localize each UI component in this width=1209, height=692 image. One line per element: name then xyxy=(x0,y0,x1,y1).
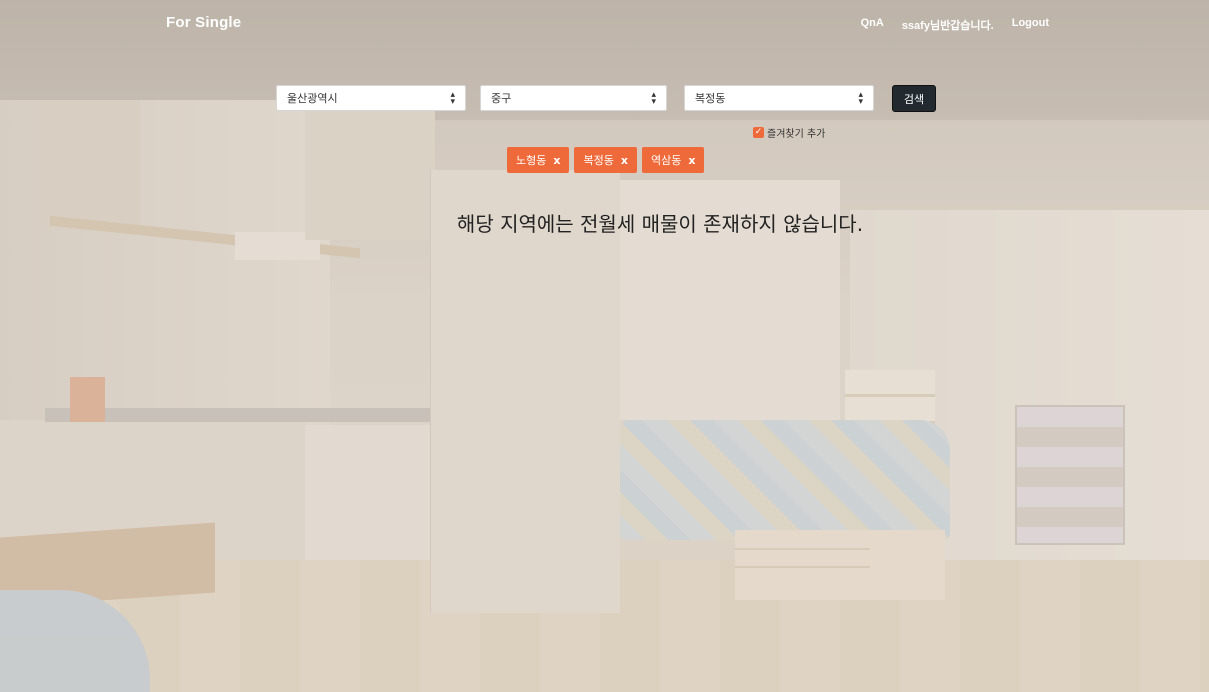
district-select[interactable]: 중구 ▴ ▾ xyxy=(480,85,667,111)
tag-item[interactable]: 복정동 x xyxy=(574,147,637,173)
close-icon[interactable]: x xyxy=(688,154,695,167)
tag-item[interactable]: 역삼동 x xyxy=(641,147,705,173)
tag-label: 복정동 xyxy=(583,154,614,167)
favorite-checkbox[interactable]: ✓ 즐겨찾기 추가 xyxy=(753,125,825,140)
close-icon[interactable]: x xyxy=(553,154,560,167)
brand-logo[interactable]: For Single xyxy=(166,14,241,31)
nav-qna-link[interactable]: QnA xyxy=(861,17,884,33)
nav-logout-link[interactable]: Logout xyxy=(1012,17,1049,33)
search-button[interactable]: 검색 xyxy=(892,85,936,112)
nav-links: QnA ssafy님반갑습니다. Logout xyxy=(861,17,1049,33)
neighborhood-select-value: 복정동 xyxy=(695,92,726,105)
tag-label: 노형동 xyxy=(516,154,547,167)
close-icon[interactable]: x xyxy=(621,154,628,167)
city-select-value: 울산광역시 xyxy=(287,92,338,105)
updown-caret-icon: ▴ ▾ xyxy=(651,90,656,107)
favorite-tags: 노형동 x 복정동 x 역삼동 x xyxy=(507,147,705,173)
updown-caret-icon: ▴ ▾ xyxy=(858,90,863,107)
tag-label: 역삼동 xyxy=(650,154,682,167)
checkbox-checked-icon[interactable]: ✓ xyxy=(753,127,764,138)
neighborhood-select[interactable]: 복정동 ▴ ▾ xyxy=(684,85,874,111)
tag-item[interactable]: 노형동 x xyxy=(507,147,570,173)
updown-caret-icon: ▴ ▾ xyxy=(450,90,455,107)
district-select-value: 중구 xyxy=(491,92,512,105)
nav-user-greeting[interactable]: ssafy님반갑습니다. xyxy=(902,17,994,33)
city-select[interactable]: 울산광역시 ▴ ▾ xyxy=(276,85,466,111)
empty-result-message: 해당 지역에는 전월세 매물이 존재하지 않습니다. xyxy=(456,212,864,236)
favorite-label: 즐겨찾기 추가 xyxy=(767,129,826,140)
